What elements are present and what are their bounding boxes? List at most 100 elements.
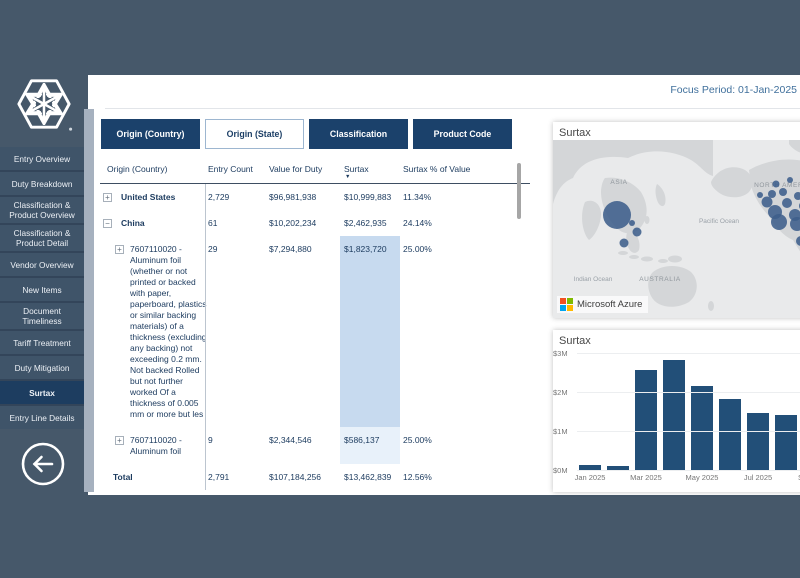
map-label-australia: AUSTRALIA: [639, 276, 681, 283]
world-map[interactable]: ASIANORTH AMERICAPacific OceanIndian Oce…: [553, 140, 800, 318]
sidebar-item-tariff-treatment[interactable]: Tariff Treatment: [0, 331, 84, 354]
map-bubble-4[interactable]: [757, 192, 763, 198]
map-bubble-12[interactable]: [771, 214, 787, 230]
sidebar-item-surtax[interactable]: Surtax: [0, 381, 84, 404]
map-bubble-7[interactable]: [773, 181, 780, 188]
y-axis-tick-label: $3M: [553, 349, 574, 358]
tab-product-code[interactable]: Product Code: [413, 119, 512, 149]
row-label: 7607110020 - Aluminum foil: [130, 435, 207, 457]
table-row-total[interactable]: Total2,791$107,184,256$13,462,83912.56%: [100, 464, 530, 490]
map-bubble-1[interactable]: [629, 220, 635, 226]
map-bubble-5[interactable]: [762, 197, 773, 208]
cell-surtax: $2,462,935: [344, 218, 387, 228]
expand-icon[interactable]: +: [115, 436, 124, 445]
cell-value-for-duty: $96,981,938: [269, 192, 316, 202]
bar-aug-2025[interactable]: [775, 415, 797, 470]
sidebar-item-classification-product-overv[interactable]: Classification & Product Overview: [0, 197, 84, 223]
cell-surtax: $586,137: [344, 435, 379, 445]
column-header-value-for-duty[interactable]: Value for Duty: [269, 164, 322, 174]
gridline: [577, 392, 800, 393]
bar-jun-2025[interactable]: [719, 399, 741, 470]
back-arrow-icon: [19, 440, 67, 488]
sidebar-nav: Entry OverviewDuty BreakdownClassificati…: [0, 147, 84, 429]
sheet-left-gutter: [84, 109, 94, 492]
column-header-origin-country[interactable]: Origin (Country): [107, 164, 167, 174]
sidebar-item-document-timeliness[interactable]: Document Timeliness: [0, 303, 84, 329]
bar-chart-card: Surtax $0M$1M$2M$3MJan 2025Mar 2025May 2…: [553, 330, 800, 492]
table-scrollbar-thumb[interactable]: [517, 163, 521, 219]
x-axis-tick-label: Jan 2025: [568, 473, 612, 482]
chart-plot-area: [577, 330, 800, 470]
map-attribution: Microsoft Azure: [557, 296, 648, 313]
bar-may-2025[interactable]: [691, 386, 713, 470]
map-bubble-0[interactable]: [603, 201, 631, 229]
map-bubble-9[interactable]: [787, 177, 793, 183]
x-axis-tick-label: Mar 2025: [624, 473, 668, 482]
sidebar-item-entry-line-details[interactable]: Entry Line Details: [0, 406, 84, 429]
view-tabs: Origin (Country)Origin (State)Classifica…: [101, 119, 512, 149]
cell-surtax-pct: 25.00%: [403, 244, 432, 254]
sidebar: Entry OverviewDuty BreakdownClassificati…: [0, 0, 84, 578]
collapse-icon[interactable]: −: [103, 219, 112, 228]
header-divider: [105, 108, 800, 109]
cell-entry-count: 2,791: [208, 472, 229, 482]
map-bubble-3[interactable]: [620, 239, 629, 248]
table-row-united-states[interactable]: +United States2,729$96,981,938$10,999,88…: [100, 184, 530, 210]
y-axis-tick-label: $2M: [553, 388, 574, 397]
selected-cell-highlight: [340, 427, 400, 464]
x-axis-tick-label: Jul 2025: [736, 473, 780, 482]
dashboard-canvas: Entry OverviewDuty BreakdownClassificati…: [0, 0, 800, 578]
expand-icon[interactable]: +: [115, 245, 124, 254]
sidebar-item-vendor-overview[interactable]: Vendor Overview: [0, 253, 84, 276]
sidebar-item-entry-overview[interactable]: Entry Overview: [0, 147, 84, 170]
tab-origin-country[interactable]: Origin (Country): [101, 119, 200, 149]
map-card: Surtax: [553, 122, 800, 318]
column-header-surtax[interactable]: Surtax: [344, 164, 369, 174]
report-sheet: Focus Period: 01-Jan-2025 Origin (Countr…: [88, 75, 800, 495]
focus-period-label: Focus Period: 01-Jan-2025: [670, 84, 797, 96]
table-row-7607110020-aluminum-foil[interactable]: +7607110020 - Aluminum foil9$2,344,546$5…: [100, 427, 530, 464]
map-bubble-2[interactable]: [633, 228, 642, 237]
selected-cell-highlight: [340, 236, 400, 427]
cell-surtax: $1,823,720: [344, 244, 387, 254]
tab-classification[interactable]: Classification: [309, 119, 408, 149]
bar-mar-2025[interactable]: [635, 370, 657, 470]
expand-icon[interactable]: +: [103, 193, 112, 202]
y-axis-tick-label: $1M: [553, 427, 574, 436]
cell-surtax-pct: 11.34%: [403, 192, 431, 202]
map-label-asia: ASIA: [610, 179, 627, 186]
surtax-bar-chart: $0M$1M$2M$3MJan 2025Mar 2025May 2025Jul …: [553, 330, 800, 492]
cell-entry-count: 29: [208, 244, 217, 254]
bar-apr-2025[interactable]: [663, 360, 685, 470]
row-label: China: [121, 218, 205, 229]
gridline: [577, 431, 800, 432]
map-label-indian-ocean: Indian Ocean: [574, 276, 613, 283]
table-row-china[interactable]: −China61$10,202,234$2,462,93524.14%: [100, 210, 530, 236]
back-button[interactable]: [19, 440, 67, 488]
attribution-text: Microsoft Azure: [577, 299, 642, 310]
row-label: United States: [121, 192, 205, 203]
table-row-7607110020-aluminum-foil-whe[interactable]: +7607110020 - Aluminum foil (whether or …: [100, 236, 530, 427]
sidebar-item-classification-product-detai[interactable]: Classification & Product Detail: [0, 225, 84, 251]
microsoft-logo-icon: [560, 298, 573, 311]
column-header-entry-count[interactable]: Entry Count: [208, 164, 253, 174]
x-axis-tick-label: May 2025: [680, 473, 724, 482]
bar-jul-2025[interactable]: [747, 413, 769, 470]
sidebar-item-duty-mitigation[interactable]: Duty Mitigation: [0, 356, 84, 379]
sort-descending-icon: ▼: [345, 174, 350, 180]
map-title: Surtax: [553, 122, 800, 139]
column-header-surtax-of-value[interactable]: Surtax % of Value: [403, 164, 470, 174]
map-bubble-11[interactable]: [782, 198, 792, 208]
cell-surtax: $13,462,839: [344, 472, 391, 482]
cell-surtax-pct: 25.00%: [403, 435, 432, 445]
sidebar-item-duty-breakdown[interactable]: Duty Breakdown: [0, 172, 84, 195]
table-body: +United States2,729$96,981,938$10,999,88…: [100, 184, 530, 490]
map-bubble-8[interactable]: [779, 188, 787, 196]
cell-value-for-duty: $2,344,546: [269, 435, 312, 445]
sidebar-item-new-items[interactable]: New Items: [0, 278, 84, 301]
hexagon-arrows-logo-icon: [15, 74, 73, 134]
tab-origin-state[interactable]: Origin (State): [205, 119, 304, 149]
map-bubble-6[interactable]: [768, 190, 776, 198]
cell-value-for-duty: $7,294,880: [269, 244, 312, 254]
x-axis-tick-label: Sep 2025: [792, 473, 800, 482]
